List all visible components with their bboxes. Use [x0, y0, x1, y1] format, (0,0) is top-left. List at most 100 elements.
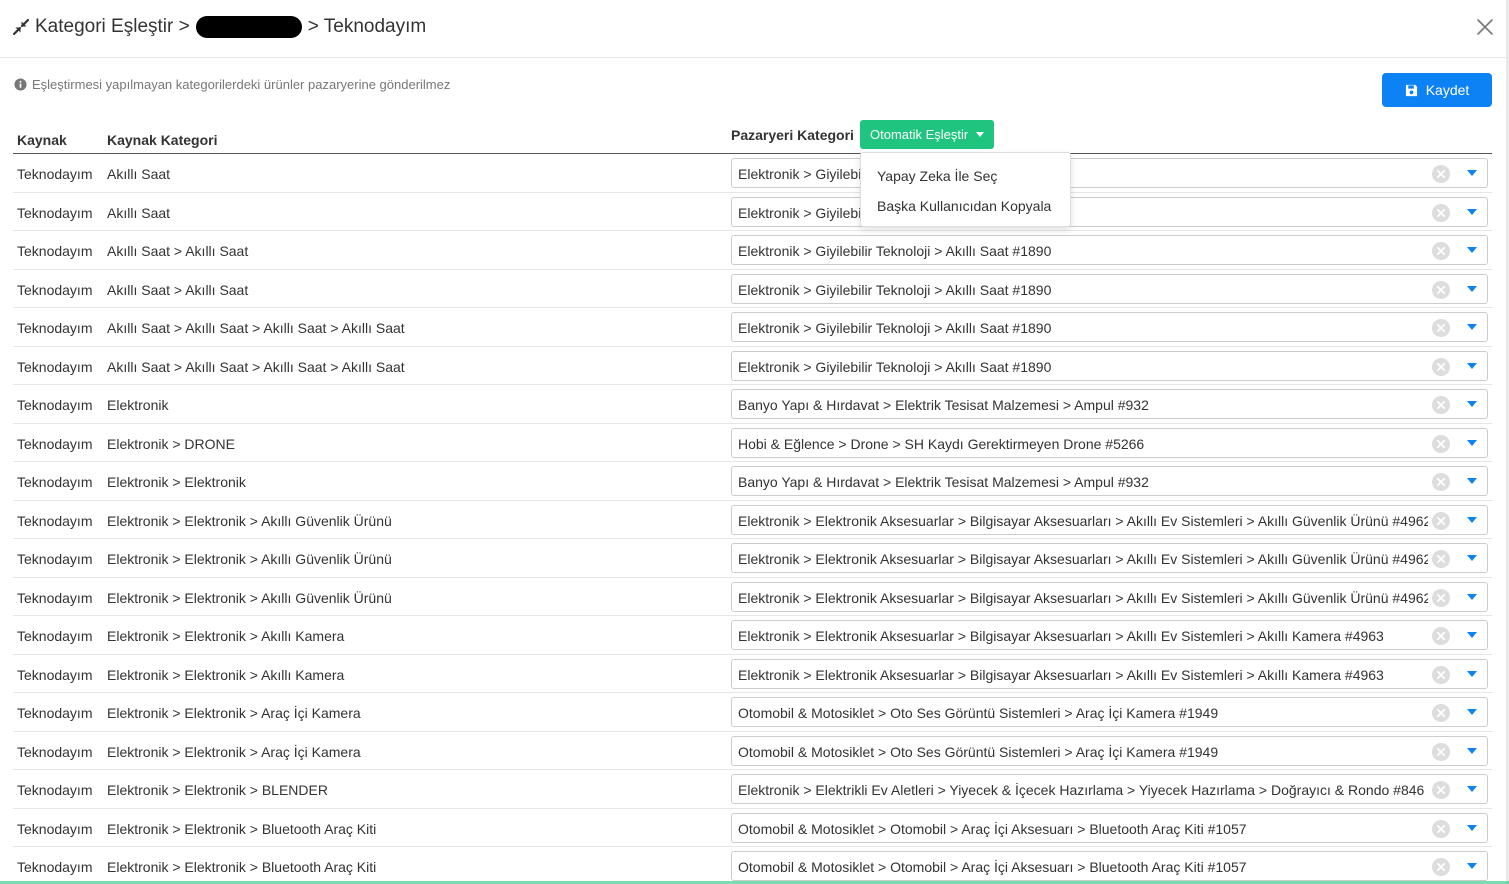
market-category-select[interactable]: Elektronik > Elektronik Aksesuarlar > Bi…	[731, 581, 1488, 612]
chevron-down-icon[interactable]	[1467, 863, 1477, 869]
market-category-select[interactable]: Otomobil & Motosiklet > Otomobil > Araç …	[731, 812, 1488, 843]
clear-selection-icon[interactable]	[1432, 434, 1450, 453]
clear-selection-icon[interactable]	[1432, 704, 1450, 722]
clear-selection-icon[interactable]	[1432, 203, 1450, 222]
clear-selection-icon[interactable]	[1432, 280, 1450, 299]
close-icon[interactable]	[1474, 16, 1496, 38]
chevron-down-icon[interactable]	[1467, 362, 1477, 369]
market-category-select[interactable]: Otomobil & Motosiklet > Oto Ses Görüntü …	[731, 697, 1488, 727]
chevron-down-icon[interactable]	[1467, 824, 1477, 831]
table-row: Teknodayım Akıllı Saat Elektronik > Giyile…	[13, 193, 1492, 231]
clear-selection-icon[interactable]	[1432, 165, 1450, 183]
market-category-select[interactable]: Elektronik > Elektronik Aksesuarlar > Bi…	[731, 658, 1488, 689]
mapping-table-body: Teknodayım Akıllı Saat Elektronik > Giyile…	[13, 154, 1492, 884]
clear-selection-icon[interactable]	[1432, 511, 1450, 530]
market-category-select[interactable]: Banyo Yapı & Hırdavat > Elektrik Tesisat…	[731, 389, 1488, 419]
market-category-select[interactable]: Elektronik > Giyilebilir Teknoloji > Akı…	[731, 312, 1488, 342]
auto-match-button[interactable]: Otomatik Eşleştir	[860, 120, 995, 149]
market-category-select[interactable]: Elektronik > Giyilebilir Teknoloji > Akı…	[731, 158, 1488, 188]
table-row: Teknodayım Akıllı Saat > Akıllı Saat > Ak…	[13, 308, 1492, 347]
table-header: Kaynak Kaynak Kategori Pazaryeri Kategor…	[13, 120, 1492, 154]
clear-selection-icon[interactable]	[1432, 781, 1450, 799]
chevron-down-icon[interactable]	[1467, 593, 1477, 600]
market-category-value: Elektronik > Elektronik Aksesuarlar > Bi…	[738, 589, 1428, 606]
market-category-select[interactable]: Hobi & Eğlence > Drone > SH Kaydı Gerekt…	[731, 427, 1488, 458]
notice-text: Eşleştirmesi yapılmayan kategorilerdeki …	[32, 77, 451, 92]
chevron-down-icon[interactable]	[1467, 747, 1477, 754]
market-category-select[interactable]: Otomobil & Motosiklet > Otomobil > Araç …	[731, 851, 1488, 881]
market-category-select[interactable]: Elektronik > Giyilebilir Teknoloji > Akı…	[731, 273, 1488, 304]
chevron-down-icon[interactable]	[1467, 401, 1477, 407]
chevron-down-icon[interactable]	[1467, 247, 1477, 253]
market-category-value: Otomobil & Motosiklet > Oto Ses Görüntü …	[738, 743, 1219, 760]
clear-selection-icon[interactable]	[1432, 588, 1450, 607]
clear-selection-icon[interactable]	[1432, 473, 1450, 491]
row-source: Teknodayım	[17, 589, 93, 606]
clear-selection-icon[interactable]	[1432, 550, 1450, 568]
menu-item-ai-select[interactable]: Yapay Zeka İle Seç	[877, 168, 997, 184]
chevron-down-icon[interactable]	[1467, 478, 1477, 484]
row-source-category: Elektronik > Elektronik > Akıllı Güvenli…	[107, 551, 392, 567]
modal-title: Kategori Eşleştir > > Teknodayım	[35, 16, 426, 38]
row-source-category: Elektronik > DRONE	[107, 435, 235, 452]
table-row: Teknodayım Elektronik > Elektronik > Akıl…	[13, 578, 1492, 616]
clear-selection-icon[interactable]	[1432, 858, 1450, 876]
compress-icon	[12, 18, 30, 36]
market-category-select[interactable]: Elektronik > Giyilebilir Teknoloji > Akı…	[731, 196, 1488, 227]
market-category-value: Otomobil & Motosiklet > Otomobil > Araç …	[738, 820, 1247, 837]
table-row: Teknodayım Elektronik > Elektronik > Araç…	[13, 693, 1492, 732]
table-row: Teknodayım Elektronik > DRONE Hobi & Eğlen…	[13, 424, 1492, 462]
table-row: Teknodayım Akıllı Saat > Akıllı Saat Elekt…	[13, 270, 1492, 308]
chevron-down-icon[interactable]	[1467, 516, 1477, 523]
market-category-select[interactable]: Elektronik > Elektronik Aksesuarlar > Bi…	[731, 543, 1488, 573]
row-source-category: Akıllı Saat	[107, 204, 171, 221]
market-category-select[interactable]: Elektronik > Elektronik Aksesuarlar > Bi…	[731, 504, 1488, 535]
market-category-value: Otomobil & Motosiklet > Oto Ses Görüntü …	[738, 705, 1219, 721]
chevron-down-icon[interactable]	[1467, 786, 1477, 792]
market-category-value: Elektronik > Giyilebilir Teknoloji > Akı…	[738, 358, 1052, 375]
modal-header: Kategori Eşleştir > > Teknodayım	[0, 0, 1509, 58]
clear-selection-icon[interactable]	[1432, 627, 1450, 645]
chevron-down-icon[interactable]	[1467, 632, 1477, 638]
market-category-value: Elektronik > Elektrikli Ev Aletleri > Yi…	[738, 782, 1425, 798]
table-row: Teknodayım Akıllı Saat > Akıllı Saat Elekt…	[13, 231, 1492, 270]
chevron-down-icon[interactable]	[1467, 670, 1477, 677]
clear-selection-icon[interactable]	[1432, 742, 1450, 761]
market-category-value: Banyo Yapı & Hırdavat > Elektrik Tesisat…	[738, 397, 1149, 413]
market-category-select[interactable]: Otomobil & Motosiklet > Oto Ses Görüntü …	[731, 735, 1488, 766]
chevron-down-icon[interactable]	[1467, 555, 1477, 561]
chevron-down-icon[interactable]	[1467, 439, 1477, 446]
market-category-select[interactable]: Elektronik > Giyilebilir Teknoloji > Akı…	[731, 350, 1488, 381]
row-source: Teknodayım	[17, 204, 93, 221]
clear-selection-icon[interactable]	[1432, 665, 1450, 684]
row-source: Teknodayım	[17, 705, 93, 721]
info-icon	[14, 78, 27, 91]
market-category-select[interactable]: Elektronik > Elektrikli Ev Aletleri > Yi…	[731, 774, 1488, 804]
clear-selection-icon[interactable]	[1432, 819, 1450, 838]
row-source: Teknodayım	[17, 320, 93, 336]
market-category-value: Elektronik > Giyilebilir Teknoloji > Akı…	[738, 320, 1052, 336]
save-button[interactable]: Kaydet	[1382, 73, 1492, 107]
row-source-category: Akıllı Saat > Akıllı Saat	[107, 243, 249, 259]
market-category-value: Elektronik > Elektronik Aksesuarlar > Bi…	[738, 551, 1428, 567]
chevron-down-icon[interactable]	[1467, 208, 1477, 215]
market-category-select[interactable]: Banyo Yapı & Hırdavat > Elektrik Tesisat…	[731, 466, 1488, 496]
chevron-down-icon[interactable]	[1467, 170, 1477, 176]
row-source-category: Elektronik > Elektronik > Akıllı Güvenli…	[107, 512, 392, 529]
clear-selection-icon[interactable]	[1432, 319, 1450, 337]
market-category-select[interactable]: Elektronik > Elektronik Aksesuarlar > Bi…	[731, 620, 1488, 650]
chevron-down-icon[interactable]	[1467, 285, 1477, 292]
clear-selection-icon[interactable]	[1432, 357, 1450, 376]
clear-selection-icon[interactable]	[1432, 396, 1450, 414]
table-row: Teknodayım Elektronik Banyo Yapı & Hırdava…	[13, 385, 1492, 424]
row-source-category: Akıllı Saat > Akıllı Saat	[107, 281, 249, 298]
chevron-down-icon[interactable]	[1467, 324, 1477, 330]
market-category-select[interactable]: Elektronik > Giyilebilir Teknoloji > Akı…	[731, 235, 1488, 265]
chevron-down-icon[interactable]	[1467, 709, 1477, 715]
menu-item-copy-from-user[interactable]: Başka Kullanıcıdan Kopyala	[877, 198, 1051, 214]
table-row: Teknodayım Elektronik > Elektronik > Blue…	[13, 809, 1492, 847]
market-category-value: Elektronik > Elektronik Aksesuarlar > Bi…	[738, 666, 1384, 683]
redacted-store-name	[195, 16, 302, 38]
table-row: Teknodayım Akıllı Saat > Akıllı Saat > Ak…	[13, 347, 1492, 385]
clear-selection-icon[interactable]	[1432, 242, 1450, 260]
